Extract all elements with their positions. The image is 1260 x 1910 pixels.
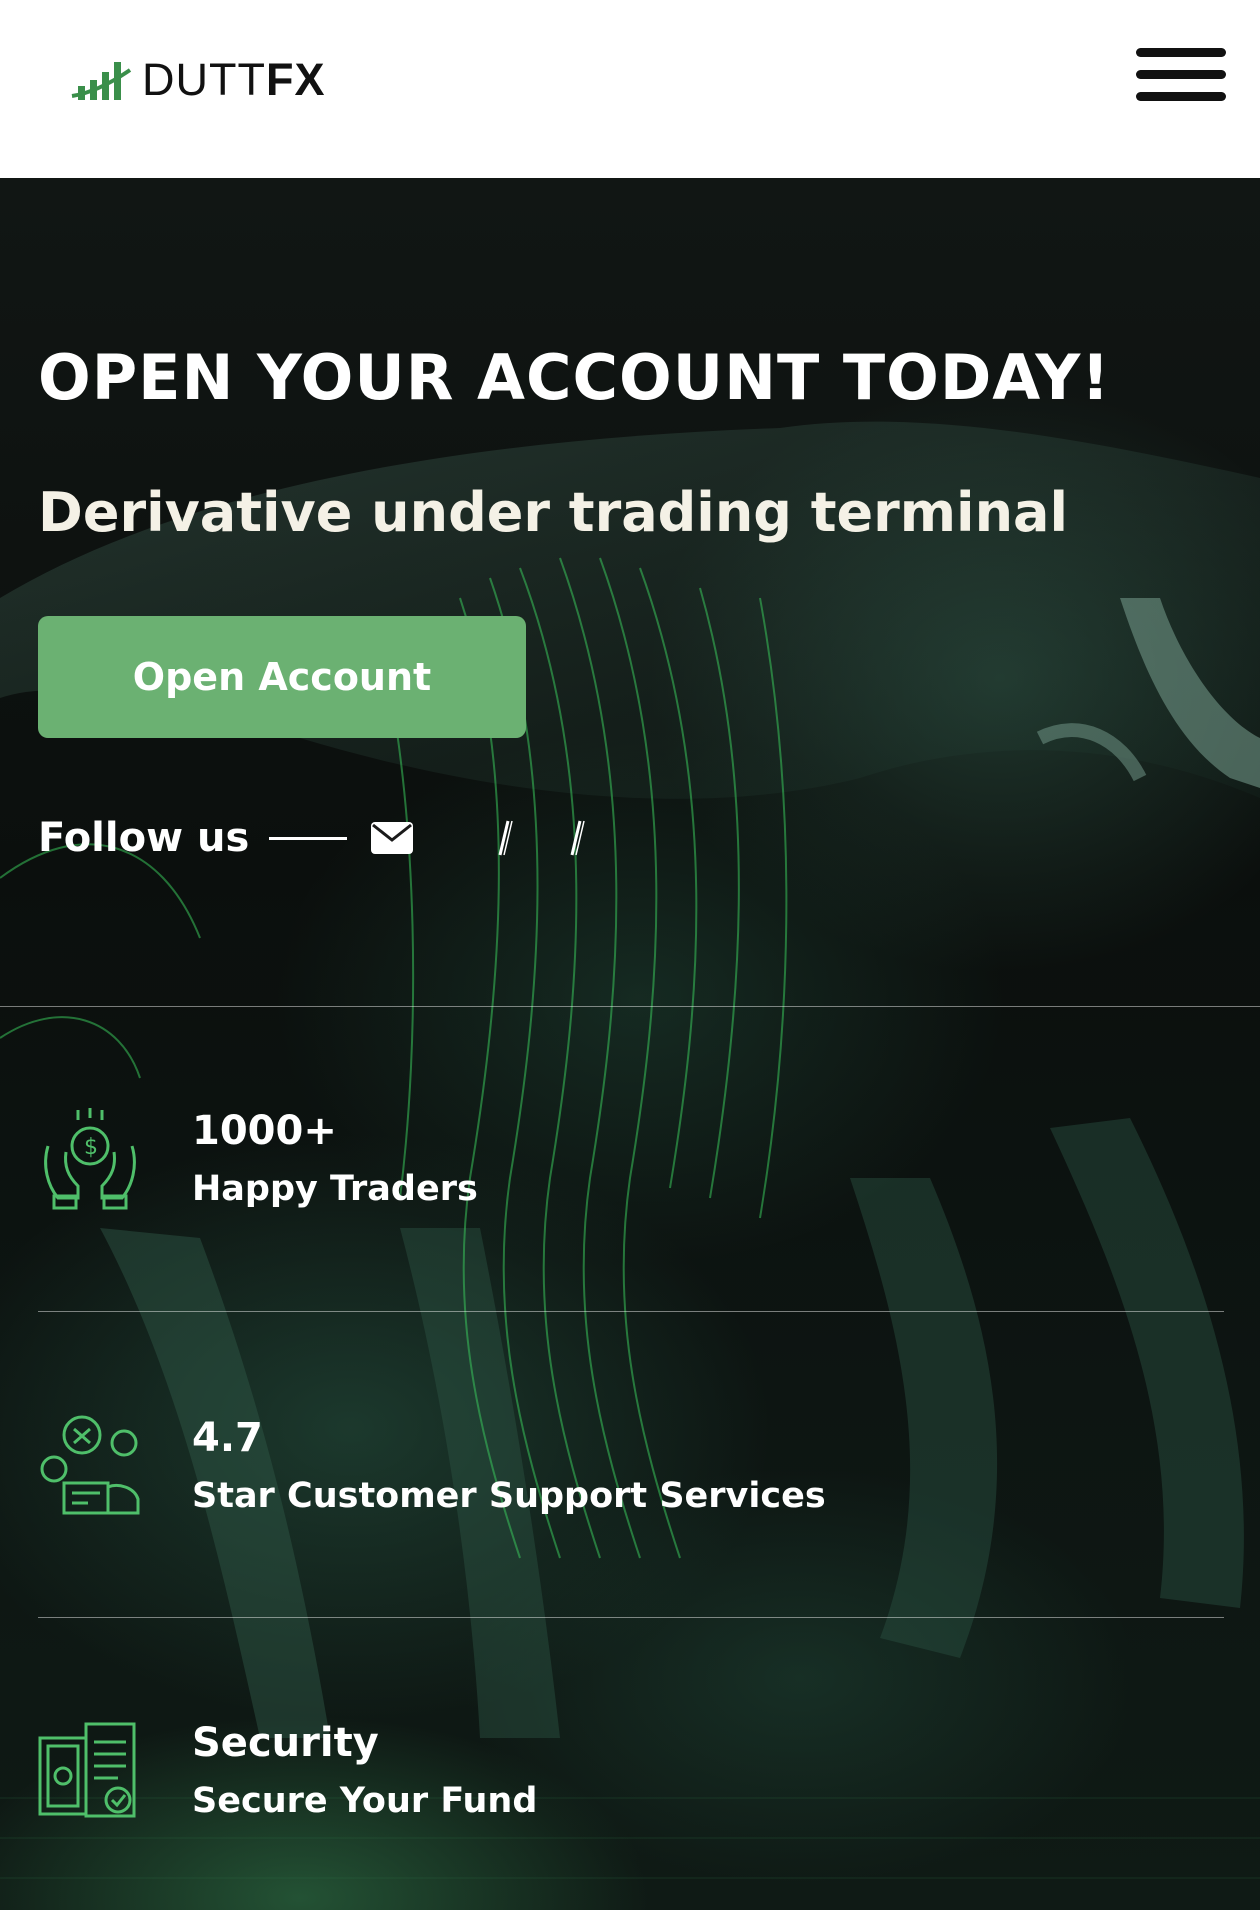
envelope-icon[interactable] [367,813,417,863]
follow-divider-line [269,836,348,840]
rising-bars-icon [71,62,132,100]
logo[interactable]: DUTTFX [70,55,326,105]
stat-value: Security [192,1720,379,1766]
hamburger-menu-icon[interactable] [1136,48,1226,102]
follow-us-label: Follow us [38,815,250,861]
section-divider [38,1617,1224,1618]
hero-section [0,178,1260,1910]
stat-value: 1000+ [192,1108,337,1154]
section-divider [38,1311,1224,1312]
stat-label: Secure Your Fund [192,1781,538,1821]
social-icon[interactable] [479,813,529,863]
page-title: OPEN YOUR ACCOUNT TODAY! [38,341,1111,414]
stat-label: Star Customer Support Services [192,1476,826,1516]
stat-label: Happy Traders [192,1169,478,1209]
customer-support-icon [40,1415,140,1515]
bull-background-image [0,421,1260,1879]
logo-text: DUTTFX [142,54,326,105]
open-account-button[interactable]: Open Account [38,616,526,738]
stat-customer-support: 4.7 Star Customer Support Services [38,1413,1218,1523]
svg-text:$: $ [84,1135,98,1160]
page-subtitle: Derivative under trading terminal [38,481,1068,544]
secure-document-icon [38,1722,136,1818]
site-header: DUTTFX [0,0,1260,178]
stat-security: Security Secure Your Fund [38,1718,1218,1828]
hands-money-icon: $ [44,1108,136,1210]
stat-happy-traders: $ 1000+ Happy Traders [38,1106,1218,1216]
social-icon[interactable] [551,813,601,863]
section-divider [0,1006,1260,1007]
follow-us-row: Follow us [38,808,623,868]
stat-value: 4.7 [192,1415,263,1461]
